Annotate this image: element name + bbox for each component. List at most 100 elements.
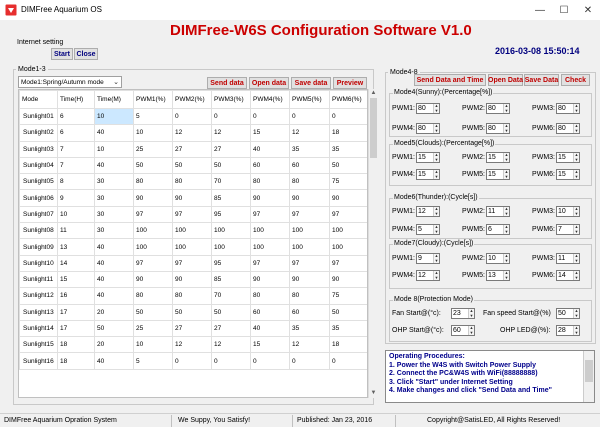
mode7-pwm-input[interactable]: 11 ▲ ▼ xyxy=(556,253,580,264)
row-mode-name[interactable]: Sunlight12 xyxy=(19,287,58,305)
grid-vertical-scrollbar[interactable]: ▲ ▼ xyxy=(368,89,377,398)
start-button[interactable]: Start xyxy=(51,48,73,60)
table-cell[interactable]: 40 xyxy=(250,319,290,338)
table-cell[interactable]: 30 xyxy=(94,189,134,207)
table-cell[interactable]: 90 xyxy=(329,189,367,207)
table-cell[interactable]: 80 xyxy=(250,287,290,305)
spin-arrows-icon[interactable]: ▲ ▼ xyxy=(433,253,439,263)
table-cell[interactable]: 20 xyxy=(94,336,134,354)
column-header[interactable]: Time(M) xyxy=(94,90,134,109)
row-mode-name[interactable]: Sunlight14 xyxy=(19,319,58,338)
table-row[interactable]: Sunlight11 15 40 90 90 85 90 90 90 xyxy=(19,270,367,289)
table-cell[interactable]: 12 xyxy=(211,124,251,142)
table-cell[interactable]: 40 xyxy=(94,254,134,272)
table-cell[interactable]: 10 xyxy=(94,140,134,158)
spin-arrows-icon[interactable]: ▲ ▼ xyxy=(468,325,474,335)
table-cell[interactable]: 30 xyxy=(94,205,134,224)
table-row[interactable]: Sunlight13 17 20 50 50 50 60 60 50 xyxy=(19,303,367,321)
spin-arrows-icon[interactable]: ▲ ▼ xyxy=(503,169,509,179)
mode7-pwm-input[interactable]: 13 ▲ ▼ xyxy=(486,270,510,281)
spin-arrows-icon[interactable]: ▲ ▼ xyxy=(503,206,509,216)
table-cell[interactable]: 50 xyxy=(172,303,212,321)
table-cell[interactable]: 80 xyxy=(289,173,330,191)
table-cell[interactable]: 10 xyxy=(133,336,173,354)
preview-button[interactable]: Preview xyxy=(333,77,367,89)
table-cell[interactable]: 12 xyxy=(172,336,212,354)
table-cell[interactable]: 0 xyxy=(329,352,367,370)
table-cell[interactable]: 18 xyxy=(57,336,95,354)
table-row[interactable]: Sunlight05 8 30 80 80 70 80 80 75 xyxy=(19,173,367,191)
procedures-scroll-thumb[interactable] xyxy=(585,360,593,382)
spin-arrows-icon[interactable]: ▲ ▼ xyxy=(573,169,579,179)
table-cell[interactable]: 95 xyxy=(211,254,251,272)
operating-procedures-text[interactable]: Operating Procedures: 1. Power the W4S w… xyxy=(385,350,595,403)
table-cell[interactable]: 15 xyxy=(57,270,95,289)
table-cell[interactable]: 0 xyxy=(329,107,367,126)
save-data-button[interactable]: Save data xyxy=(291,77,331,89)
table-cell[interactable]: 90 xyxy=(329,270,367,289)
table-cell[interactable]: 7 xyxy=(57,156,95,175)
spin-arrows-icon[interactable]: ▲ ▼ xyxy=(433,152,439,162)
procedures-scrollbar[interactable] xyxy=(583,351,594,402)
table-row[interactable]: Sunlight06 9 30 90 90 85 90 90 90 xyxy=(19,189,367,207)
table-cell[interactable]: 5 xyxy=(133,107,173,126)
row-mode-name[interactable]: Sunlight02 xyxy=(19,124,58,142)
minimize-button[interactable]: — xyxy=(528,0,552,20)
scroll-thumb[interactable] xyxy=(370,98,377,158)
mode6-pwm-input[interactable]: 11 ▲ ▼ xyxy=(486,206,510,217)
table-cell[interactable]: 27 xyxy=(211,140,251,158)
table-cell[interactable]: 0 xyxy=(289,352,330,370)
spin-arrows-icon[interactable]: ▲ ▼ xyxy=(573,325,579,335)
table-cell[interactable]: 18 xyxy=(57,352,95,370)
mode6-pwm-input[interactable]: 12 ▲ ▼ xyxy=(416,206,440,217)
scroll-up-icon[interactable]: ▲ xyxy=(369,89,378,98)
table-cell[interactable]: 0 xyxy=(211,352,251,370)
row-mode-name[interactable]: Sunlight04 xyxy=(19,156,58,175)
table-cell[interactable]: 0 xyxy=(211,107,251,126)
column-header[interactable]: PWM4(%) xyxy=(250,90,290,109)
table-cell[interactable]: 0 xyxy=(172,352,212,370)
table-row[interactable]: Sunlight14 17 50 25 27 27 40 35 35 xyxy=(19,319,367,338)
table-cell[interactable]: 75 xyxy=(329,173,367,191)
table-cell[interactable]: 40 xyxy=(94,270,134,289)
table-cell[interactable]: 40 xyxy=(94,238,134,256)
table-cell[interactable]: 80 xyxy=(250,173,290,191)
mode4-pwm-input[interactable]: 80 ▲ ▼ xyxy=(486,103,510,114)
table-cell[interactable]: 70 xyxy=(211,173,251,191)
table-cell[interactable]: 15 xyxy=(250,336,290,354)
table-cell[interactable]: 50 xyxy=(94,319,134,338)
table-cell[interactable]: 90 xyxy=(250,189,290,207)
table-row[interactable]: Sunlight09 13 40 100 100 100 100 100 100 xyxy=(19,238,367,256)
row-mode-name[interactable]: Sunlight07 xyxy=(19,205,58,224)
table-cell[interactable]: 12 xyxy=(172,124,212,142)
row-mode-name[interactable]: Sunlight11 xyxy=(19,270,58,289)
table-cell[interactable]: 80 xyxy=(289,287,330,305)
table-cell[interactable]: 25 xyxy=(133,319,173,338)
table-cell[interactable]: 27 xyxy=(172,319,212,338)
spin-arrows-icon[interactable]: ▲ ▼ xyxy=(503,253,509,263)
column-header[interactable]: PWM6(%) xyxy=(329,90,367,109)
table-cell[interactable]: 100 xyxy=(289,222,330,240)
table-cell[interactable]: 100 xyxy=(133,222,173,240)
ohp-start-input[interactable]: 60 ▲ ▼ xyxy=(451,325,475,336)
table-cell[interactable]: 17 xyxy=(57,303,95,321)
table-cell[interactable]: 97 xyxy=(172,205,212,224)
table-cell[interactable]: 12 xyxy=(289,124,330,142)
table-cell[interactable]: 97 xyxy=(172,254,212,272)
spin-arrows-icon[interactable]: ▲ ▼ xyxy=(573,123,579,133)
table-cell[interactable]: 40 xyxy=(94,156,134,175)
spin-arrows-icon[interactable]: ▲ ▼ xyxy=(433,224,439,234)
table-cell[interactable]: 27 xyxy=(211,319,251,338)
mode5-pwm-input[interactable]: 15 ▲ ▼ xyxy=(486,152,510,163)
spin-arrows-icon[interactable]: ▲ ▼ xyxy=(503,152,509,162)
table-cell[interactable]: 100 xyxy=(250,238,290,256)
table-cell[interactable]: 60 xyxy=(289,303,330,321)
table-cell[interactable]: 27 xyxy=(172,140,212,158)
table-cell[interactable]: 50 xyxy=(133,303,173,321)
spin-arrows-icon[interactable]: ▲ ▼ xyxy=(433,123,439,133)
table-cell[interactable]: 50 xyxy=(329,156,367,175)
table-cell[interactable]: 90 xyxy=(133,270,173,289)
send-data-button[interactable]: Send data xyxy=(207,77,247,89)
table-cell[interactable]: 6 xyxy=(57,124,95,142)
spin-arrows-icon[interactable]: ▲ ▼ xyxy=(573,224,579,234)
